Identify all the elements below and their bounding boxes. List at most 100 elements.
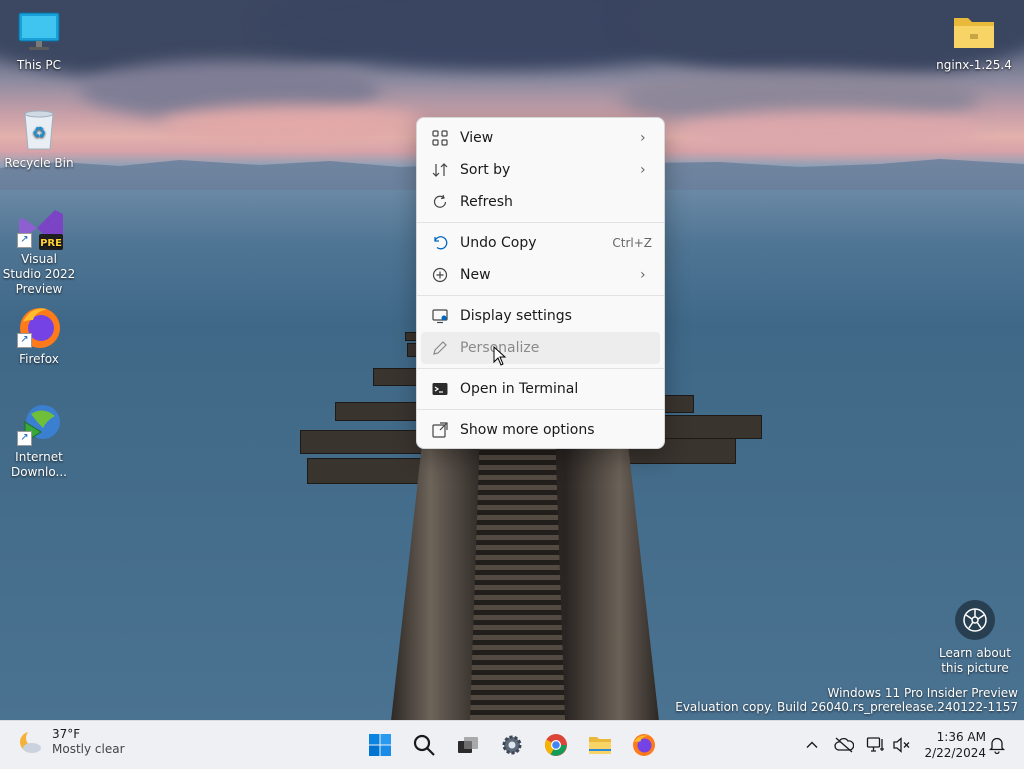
undo-icon [431, 234, 449, 252]
desktop-icon-this-pc[interactable]: This PC [1, 10, 77, 73]
search-icon [413, 734, 435, 756]
pier-plank [662, 415, 762, 439]
menu-separator [417, 295, 664, 296]
chrome-button[interactable] [540, 729, 572, 761]
menu-item-sort-by[interactable]: Sort by › [421, 154, 660, 186]
file-explorer-icon [589, 737, 611, 754]
chevron-up-icon [806, 741, 818, 748]
menu-separator [417, 409, 664, 410]
desktop-icon-label: Visual Studio 2022 Preview [2, 252, 76, 296]
pier-rails [470, 445, 565, 720]
download-manager-icon: ↗ [17, 402, 61, 446]
volume-muted-icon [893, 737, 910, 753]
clock-date: 2/22/2024 [924, 746, 986, 760]
menu-separator [417, 222, 664, 223]
sort-icon [431, 161, 449, 179]
chevron-right-icon: › [640, 162, 646, 178]
menu-item-label: Undo Copy [460, 235, 537, 251]
pier-plank [662, 395, 694, 413]
menu-item-display-settings[interactable]: Display settings [421, 300, 660, 332]
menu-item-label: Display settings [460, 308, 572, 324]
learn-about-picture-label: Learn about this picture [939, 646, 1011, 675]
search-button[interactable] [408, 729, 440, 761]
menu-item-refresh[interactable]: Refresh [421, 186, 660, 218]
notifications-button[interactable] [986, 734, 1008, 756]
weather-condition: Mostly clear [52, 742, 125, 756]
onedrive-offline-icon [834, 737, 854, 753]
start-button[interactable] [364, 729, 396, 761]
plus-circle-icon [431, 266, 449, 284]
weather-moon-icon [20, 729, 44, 753]
network-tray-button[interactable] [865, 734, 887, 756]
desktop-icon-label: nginx-1.25.4 [936, 58, 1012, 72]
settings-button[interactable] [496, 729, 528, 761]
onedrive-tray-button[interactable] [833, 734, 855, 756]
file-explorer-button[interactable] [584, 729, 616, 761]
visual-studio-icon: PRE ↗ [17, 204, 63, 250]
settings-icon [502, 735, 522, 755]
chevron-right-icon: › [640, 130, 646, 146]
monitor-icon [17, 10, 61, 54]
menu-item-label: View [460, 130, 494, 146]
menu-item-label: Show more options [460, 422, 595, 438]
taskbar: 37°F Mostly clear 1:36 AM 2/22/2024 [0, 720, 1024, 769]
desktop-icon-label: Recycle Bin [4, 156, 74, 170]
menu-item-new[interactable]: New › [421, 259, 660, 291]
bell-icon [988, 737, 1006, 754]
recycle-bin-icon: ♻ [17, 108, 61, 152]
pen-icon [431, 339, 449, 357]
chevron-right-icon: › [640, 267, 646, 283]
camera-icon [955, 600, 995, 640]
shortcut-arrow-icon: ↗ [17, 233, 32, 248]
svg-text:♻: ♻ [32, 123, 46, 142]
shortcut-arrow-icon: ↗ [17, 333, 32, 348]
grid-icon [431, 129, 449, 147]
folder-icon [952, 10, 996, 54]
wallpaper-cloud [680, 110, 980, 150]
svg-text:PRE: PRE [40, 238, 62, 249]
menu-item-label: Open in Terminal [460, 381, 579, 397]
menu-item-label: Refresh [460, 194, 513, 210]
display-icon [431, 307, 449, 325]
firefox-icon [633, 734, 655, 756]
learn-about-picture[interactable]: Learn about this picture [936, 600, 1014, 676]
menu-item-open-in-terminal[interactable]: Open in Terminal [421, 373, 660, 405]
chrome-icon [545, 734, 567, 756]
desktop-icon-label: This PC [17, 58, 61, 72]
desktop-icon-recycle-bin[interactable]: ♻ Recycle Bin [1, 108, 77, 171]
windows-watermark: Windows 11 Pro Insider Preview Evaluatio… [675, 686, 1018, 714]
desktop-icon-nginx-folder[interactable]: nginx-1.25.4 [936, 10, 1012, 73]
menu-item-shortcut: Ctrl+Z [612, 236, 652, 250]
start-icon [369, 734, 391, 756]
watermark-edition: Windows 11 Pro Insider Preview [827, 686, 1018, 700]
network-icon [866, 737, 884, 752]
clock-time: 1:36 AM [936, 730, 986, 744]
volume-tray-button[interactable] [891, 734, 913, 756]
menu-separator [417, 368, 664, 369]
menu-item-personalize[interactable]: Personalize [421, 332, 660, 366]
taskbar-clock[interactable]: 1:36 AM 2/22/2024 [920, 729, 986, 761]
task-view-icon [458, 737, 478, 753]
desktop-icon-firefox[interactable]: ↗ Firefox [1, 304, 77, 367]
desktop-icon-visual-studio[interactable]: PRE ↗ Visual Studio 2022 Preview [1, 204, 77, 297]
desktop-icon-label: Internet Downlo... [11, 450, 67, 479]
menu-item-view[interactable]: View › [421, 122, 660, 154]
weather-widget[interactable]: 37°F Mostly clear [16, 727, 125, 757]
refresh-icon [431, 193, 449, 211]
desktop-context-menu: View › Sort by › Refresh Undo Copy Ctrl+… [416, 117, 665, 449]
firefox-taskbar-button[interactable] [628, 729, 660, 761]
terminal-icon [431, 380, 449, 398]
menu-item-label: Personalize [460, 340, 540, 356]
weather-temperature: 37°F [52, 727, 81, 741]
desktop-icon-internet-download-manager[interactable]: ↗ Internet Downlo... [1, 402, 77, 480]
menu-item-undo-copy[interactable]: Undo Copy Ctrl+Z [421, 227, 660, 259]
menu-item-show-more-options[interactable]: Show more options [421, 414, 660, 446]
menu-item-label: New [460, 267, 491, 283]
menu-item-label: Sort by [460, 162, 511, 178]
desktop[interactable]: This PC ♻ Recycle Bin PRE ↗ Visual Studi… [0, 0, 1024, 720]
shortcut-arrow-icon: ↗ [17, 431, 32, 446]
show-hidden-icons-button[interactable] [801, 734, 823, 756]
task-view-button[interactable] [452, 729, 484, 761]
watermark-build: Evaluation copy. Build 26040.rs_prerelea… [675, 700, 1018, 714]
firefox-icon: ↗ [17, 304, 61, 348]
